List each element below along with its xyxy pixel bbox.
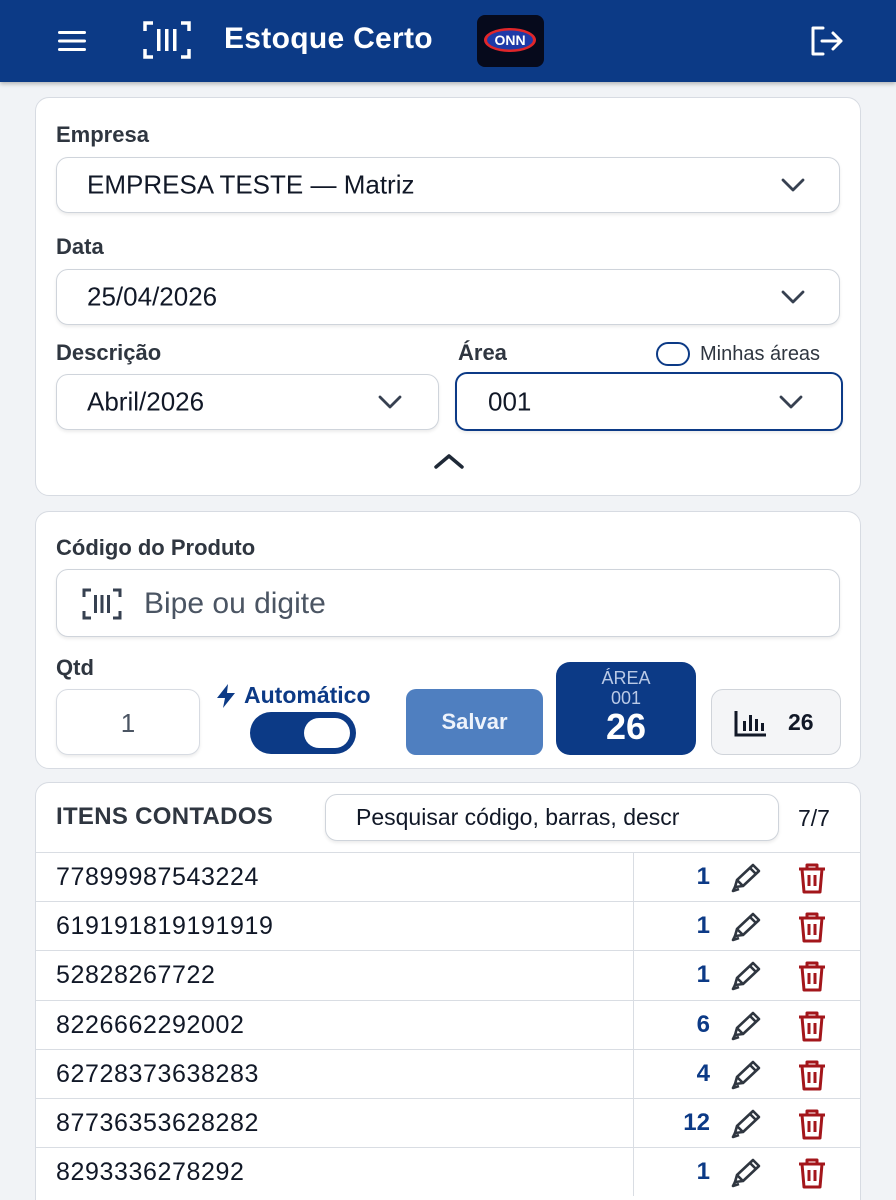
chevron-down-icon [781, 178, 805, 192]
column-divider [633, 1098, 634, 1148]
column-divider [633, 902, 634, 951]
column-divider [633, 951, 634, 1000]
bar-chart-icon [734, 711, 766, 737]
pencil-icon[interactable] [728, 1108, 764, 1140]
item-quantity: 1 [696, 1158, 710, 1186]
table-row: 619191819191919 1 [36, 901, 860, 951]
item-code: 52828267722 [56, 961, 216, 990]
column-divider [633, 1049, 634, 1098]
data-select[interactable]: 25/04/2026 [56, 269, 840, 325]
stats-button[interactable]: 26 [711, 689, 841, 755]
column-divider [633, 853, 634, 902]
area-badge-label: ÁREA [601, 668, 651, 688]
logout-icon[interactable] [808, 24, 846, 58]
item-code: 8226662292002 [56, 1010, 245, 1039]
items-count: 7/7 [798, 805, 830, 831]
menu-icon[interactable] [56, 26, 90, 56]
qtd-label: Qtd [56, 655, 94, 680]
item-code: 77899987543224 [56, 863, 260, 891]
trash-icon[interactable] [795, 1009, 829, 1043]
descricao-label: Descrição [56, 340, 162, 365]
descricao-select[interactable]: Abril/2026 [56, 374, 439, 430]
data-label: Data [56, 234, 104, 259]
area-label: Área [458, 340, 507, 365]
items-search-input[interactable]: Pesquisar código, barras, descr [325, 794, 779, 841]
item-code: 8293336278292 [56, 1158, 245, 1187]
barcode-scan-icon[interactable] [82, 587, 122, 621]
quantity-input[interactable]: 1 [56, 689, 200, 755]
chevron-up-icon[interactable] [432, 451, 466, 471]
save-button[interactable]: Salvar [406, 689, 543, 755]
automatico-text: Automático [244, 682, 371, 708]
items-title: ITENS CONTADOS [56, 803, 274, 830]
automatico-toggle[interactable] [250, 712, 356, 754]
items-list: 77899987543224 1 619191819191919 1 528282677… [36, 852, 860, 1197]
pencil-icon[interactable] [728, 1010, 764, 1042]
item-quantity: 1 [696, 912, 710, 940]
trash-icon[interactable] [795, 910, 829, 944]
empresa-label: Empresa [56, 122, 149, 147]
empresa-select[interactable]: EMPRESA TESTE — Matriz [56, 157, 840, 213]
trash-icon[interactable] [795, 1058, 829, 1092]
item-quantity: 6 [696, 1010, 710, 1038]
minhas-areas-checkbox[interactable] [656, 342, 690, 366]
table-row: 87736353628282 12 [36, 1097, 860, 1148]
table-row: 8293336278292 1 [36, 1147, 860, 1197]
column-divider [633, 1000, 634, 1049]
trash-icon[interactable] [795, 959, 829, 993]
table-row: 8226662292002 6 [36, 999, 860, 1049]
table-row: 77899987543224 1 [36, 852, 860, 902]
table-row: 52828267722 1 [36, 950, 860, 1000]
pencil-icon[interactable] [728, 862, 764, 894]
codigo-label: Código do Produto [56, 535, 256, 560]
item-code: 62728373638283 [56, 1059, 260, 1088]
area-badge-count: 26 [605, 706, 647, 747]
stats-count: 26 [788, 709, 814, 735]
lightning-icon [217, 683, 235, 708]
pencil-icon[interactable] [728, 960, 764, 992]
area-value: 001 [488, 386, 532, 416]
pencil-icon[interactable] [728, 1157, 764, 1189]
table-row: 62728373638283 4 [36, 1048, 860, 1098]
app-bar: Estoque Certo ONN [0, 0, 896, 82]
data-value: 25/04/2026 [87, 281, 218, 312]
product-code-placeholder: Bipe ou digite [144, 587, 326, 620]
app-title: Estoque Certo [224, 22, 433, 55]
automatico-label: Automático [214, 682, 371, 709]
chevron-down-icon [781, 290, 805, 304]
barcode-scan-icon [143, 21, 191, 59]
item-code: 619191819191919 [56, 912, 274, 941]
column-divider [633, 1148, 634, 1197]
item-code: 87736353628282 [56, 1108, 260, 1137]
area-select[interactable]: 001 [455, 372, 843, 431]
item-quantity: 12 [683, 1108, 710, 1136]
pencil-icon[interactable] [728, 911, 764, 943]
brand-logo: ONN [477, 15, 544, 67]
descricao-value: Abril/2026 [87, 386, 205, 417]
item-quantity: 4 [696, 1059, 710, 1087]
trash-icon[interactable] [795, 861, 829, 895]
item-quantity: 1 [696, 863, 710, 890]
svg-text:ONN: ONN [494, 32, 525, 48]
chevron-down-icon [779, 395, 803, 408]
area-counter-badge: ÁREA 001 26 [556, 662, 696, 755]
trash-icon[interactable] [795, 1107, 829, 1141]
item-quantity: 1 [696, 961, 710, 989]
toggle-knob [304, 718, 350, 748]
minhas-areas-label: Minhas áreas [700, 343, 821, 365]
trash-icon[interactable] [795, 1156, 829, 1190]
chevron-down-icon [378, 395, 402, 409]
empresa-value: EMPRESA TESTE — Matriz [87, 169, 415, 200]
pencil-icon[interactable] [728, 1059, 764, 1091]
product-code-input[interactable]: Bipe ou digite [56, 569, 840, 637]
